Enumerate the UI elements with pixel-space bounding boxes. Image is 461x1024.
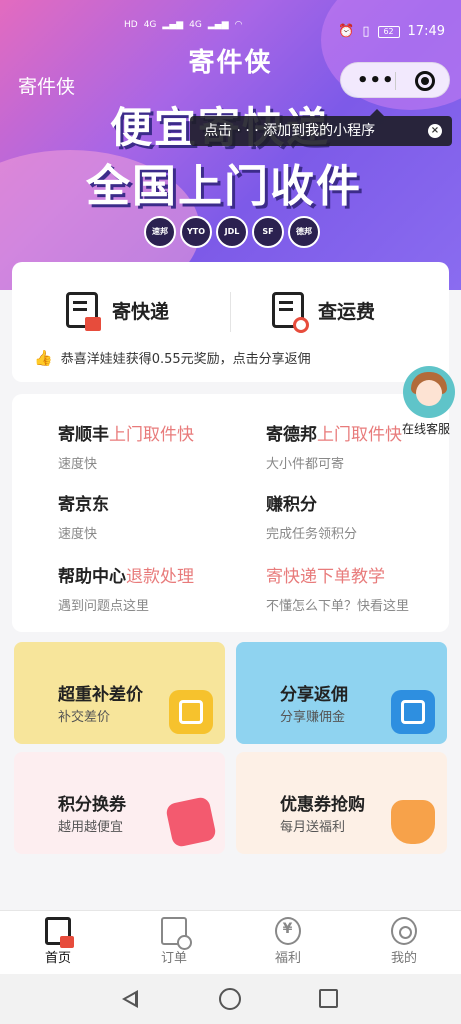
capsule-divider	[395, 72, 396, 90]
clock: 17:49	[407, 24, 445, 39]
tile-subtitle: 越用越便宜	[58, 820, 124, 835]
service-highlight: 上门取件快	[317, 425, 402, 445]
service-subtitle: 遇到问题点这里	[58, 599, 150, 614]
tab-welfare[interactable]: 福利	[248, 917, 328, 966]
customer-service-label: 在线客服	[401, 422, 450, 436]
system-nav-bar	[0, 974, 461, 1024]
check-fee-label: 查运费	[318, 300, 376, 323]
service-subtitle: 完成任务领积分	[266, 527, 358, 542]
tab-home[interactable]: 首页	[18, 917, 98, 966]
service-help-center[interactable]: 帮助中心退款处理 遇到问题点这里	[58, 562, 194, 614]
wifi-icon: ◠	[234, 20, 243, 30]
quick-actions-card: 寄快递 查运费 👍 恭喜洋娃娃获得0.55元奖励，点击分享返佣	[12, 262, 449, 382]
app-name: 寄件侠	[18, 76, 76, 98]
reward-notice[interactable]: 👍 恭喜洋娃娃获得0.55元奖励，点击分享返佣	[34, 348, 311, 368]
tile-subtitle: 每月送福利	[280, 820, 346, 835]
yen-coin-icon	[275, 917, 301, 945]
bottom-tab-bar: 首页 订单 福利 我的	[0, 910, 461, 974]
service-subtitle: 不懂怎么下单？快看这里	[266, 599, 410, 614]
hd-icon: HD	[124, 20, 138, 30]
add-miniprogram-tooltip: 点击 · · · 添加到我的小程序 ×	[190, 109, 452, 146]
tile-title: 优惠券抢购	[280, 795, 365, 815]
carrier-logo: YTO	[180, 216, 212, 248]
service-sf[interactable]: 寄顺丰上门取件快 速度快	[58, 420, 194, 472]
service-deppon[interactable]: 寄德邦上门取件快 大小件都可寄	[266, 420, 402, 472]
service-subtitle: 大小件都可寄	[266, 457, 345, 472]
service-title: 寄德邦	[266, 425, 317, 445]
carrier-logo: 速邦	[144, 216, 176, 248]
tab-mine[interactable]: 我的	[364, 917, 444, 966]
signal-icon: ▂▄▆	[207, 20, 229, 30]
send-doc-icon	[66, 292, 101, 331]
shopping-bag-icon	[391, 800, 435, 844]
service-highlight: 寄快递下单教学	[266, 567, 385, 587]
divider	[230, 292, 231, 332]
miniprogram-capsule: •••	[340, 62, 450, 98]
tab-orders[interactable]: 订单	[134, 917, 214, 966]
service-subtitle: 速度快	[58, 457, 98, 472]
back-icon[interactable]	[122, 990, 138, 1008]
service-highlight: 退款处理	[126, 567, 194, 587]
service-title: 寄顺丰	[58, 425, 109, 445]
banner-slogan-2: 全国上门收件	[86, 161, 362, 212]
service-title: 帮助中心	[58, 567, 126, 587]
thumbs-up-icon: 👍	[34, 348, 53, 367]
service-title: 寄京东	[58, 495, 109, 515]
tile-overweight[interactable]: 超重补差价 补交差价	[14, 642, 225, 744]
gift-icon	[391, 690, 435, 734]
tab-label: 福利	[274, 951, 301, 966]
check-fee-button[interactable]: 查运费	[272, 292, 376, 333]
top-banner: HD 4G ▂▄▆ 4G ▂▄▆ ◠ ⏰ ▯ 62 17:49 寄件侠 寄件侠 …	[0, 0, 461, 290]
order-search-icon	[161, 917, 192, 950]
tile-subtitle: 补交差价	[58, 710, 111, 725]
online-customer-service[interactable]: 在线客服	[400, 366, 458, 437]
carrier-logo: SF	[252, 216, 284, 248]
alarm-icon: ⏰	[338, 24, 355, 39]
service-subtitle: 速度快	[58, 527, 98, 542]
status-right: ⏰ ▯ 62 17:49	[338, 24, 445, 39]
send-express-label: 寄快递	[112, 300, 170, 323]
tab-label: 我的	[390, 951, 417, 966]
tooltip-text: 点击 · · · 添加到我的小程序	[204, 123, 376, 139]
home-circle-icon[interactable]	[219, 988, 241, 1010]
service-jd[interactable]: 寄京东 速度快	[58, 490, 109, 542]
reward-notice-text: 恭喜洋娃娃获得0.55元奖励，点击分享返佣	[60, 352, 311, 367]
tile-subtitle: 分享赚佣金	[280, 710, 346, 725]
signal-icon: ▂▄▆	[162, 20, 184, 30]
service-title: 赚积分	[266, 495, 317, 515]
more-menu-button[interactable]: •••	[357, 70, 395, 91]
fee-search-icon	[272, 292, 309, 333]
tooltip-close-icon[interactable]: ×	[428, 124, 442, 138]
vibrate-icon: ▯	[362, 24, 370, 39]
tile-coupon-grab[interactable]: 优惠券抢购 每月送福利	[236, 752, 447, 854]
carrier-logo: JDL	[216, 216, 248, 248]
tile-title: 超重补差价	[58, 685, 143, 705]
status-bar: HD 4G ▂▄▆ 4G ▂▄▆ ◠ ⏰ ▯ 62 17:49	[0, 0, 461, 39]
recent-apps-icon[interactable]	[319, 989, 338, 1008]
services-card: 寄顺丰上门取件快 速度快 寄德邦上门取件快 大小件都可寄 寄京东 速度快 赚积分…	[12, 394, 449, 632]
tab-label: 首页	[44, 951, 71, 966]
tile-share-commission[interactable]: 分享返佣 分享赚佣金	[236, 642, 447, 744]
calculator-icon	[169, 690, 213, 734]
close-miniprogram-icon[interactable]	[415, 71, 435, 91]
home-doc-icon	[45, 917, 74, 948]
ticket-icon	[164, 795, 218, 849]
service-highlight: 上门取件快	[109, 425, 194, 445]
battery-icon: 62	[377, 25, 400, 38]
tile-title: 分享返佣	[280, 685, 348, 705]
service-points[interactable]: 赚积分 完成任务领积分	[266, 490, 357, 542]
network-label-right: 4G	[189, 20, 202, 30]
customer-service-avatar	[403, 366, 455, 418]
tab-label: 订单	[160, 951, 187, 966]
tile-points-exchange[interactable]: 积分换券 越用越便宜	[14, 752, 225, 854]
send-express-button[interactable]: 寄快递	[66, 292, 170, 331]
carrier-logos: 速邦 YTO JDL SF 德邦	[144, 216, 320, 248]
tile-title: 积分换券	[58, 795, 126, 815]
network-label-left: 4G	[143, 20, 157, 30]
status-left: HD 4G ▂▄▆ 4G ▂▄▆ ◠	[124, 20, 243, 30]
profile-icon	[391, 917, 417, 945]
carrier-logo: 德邦	[288, 216, 320, 248]
service-tutorial[interactable]: 寄快递下单教学 不懂怎么下单？快看这里	[266, 562, 409, 614]
